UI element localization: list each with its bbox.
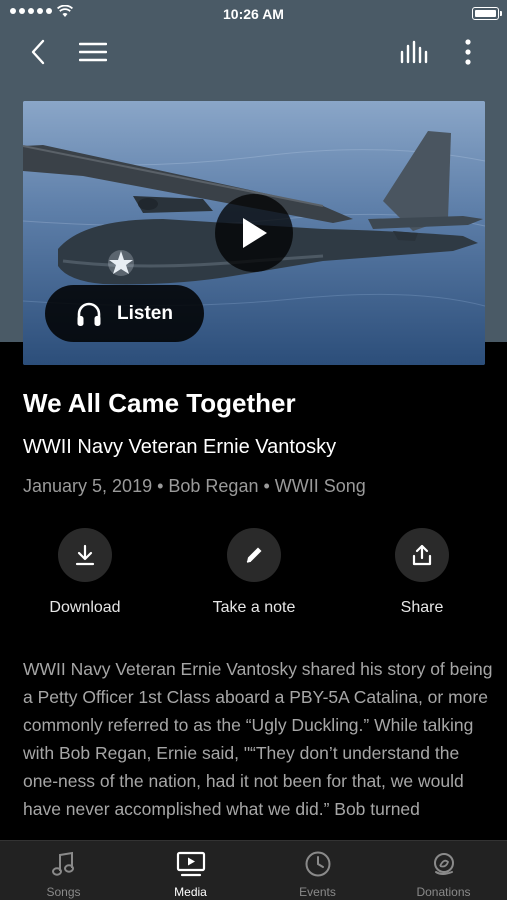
media-subtitle: WWII Navy Veteran Ernie Vantosky <box>23 436 337 458</box>
hamburger-menu-icon <box>79 42 107 62</box>
menu-button[interactable] <box>78 38 108 66</box>
tab-donations-label: Donations <box>416 885 471 899</box>
download-button[interactable]: Download <box>5 528 165 617</box>
more-options-button[interactable] <box>456 38 480 66</box>
battery-icon <box>472 7 502 20</box>
music-note-icon <box>51 851 74 876</box>
tab-media[interactable]: Media <box>127 841 254 900</box>
share-button[interactable]: Share <box>342 528 502 617</box>
take-note-button[interactable]: Take a note <box>174 528 334 617</box>
download-label: Download <box>49 599 121 616</box>
listen-button[interactable]: Listen <box>45 285 204 342</box>
play-icon <box>243 218 267 248</box>
chevron-left-icon <box>31 39 45 65</box>
tab-songs-label: Songs <box>46 885 81 899</box>
equalizer-button[interactable] <box>398 38 430 66</box>
pencil-icon-circle <box>227 528 281 582</box>
download-icon <box>75 544 95 566</box>
donation-icon <box>433 853 454 875</box>
listen-label: Listen <box>117 302 173 324</box>
media-title: We All Came Together <box>23 388 296 418</box>
back-button[interactable] <box>24 38 52 66</box>
media-description: WWII Navy Veteran Ernie Vantosky shared … <box>23 659 493 819</box>
download-icon-circle <box>58 528 112 582</box>
tab-events-label: Events <box>299 885 336 899</box>
share-icon-circle <box>395 528 449 582</box>
clock-icon <box>305 851 330 877</box>
tab-bar: Songs Media Events Donations <box>0 840 507 900</box>
status-bar: 10:26 AM <box>0 0 507 28</box>
tab-media-label: Media <box>174 885 207 899</box>
media-player-icon <box>176 851 205 877</box>
headphones-icon <box>77 302 101 326</box>
share-label: Share <box>400 599 444 616</box>
top-nav-bar <box>0 28 507 76</box>
pencil-icon <box>246 547 262 563</box>
more-vertical-icon <box>465 39 471 65</box>
play-button[interactable] <box>215 194 293 272</box>
tab-donations[interactable]: Donations <box>380 841 507 900</box>
media-meta: January 5, 2019 • Bob Regan • WWII Song <box>23 476 366 496</box>
share-icon <box>412 544 432 566</box>
take-note-label: Take a note <box>212 599 296 616</box>
tab-songs[interactable]: Songs <box>0 841 127 900</box>
status-time: 10:26 AM <box>223 6 284 22</box>
audio-bars-icon <box>400 40 428 64</box>
tab-events[interactable]: Events <box>254 841 381 900</box>
